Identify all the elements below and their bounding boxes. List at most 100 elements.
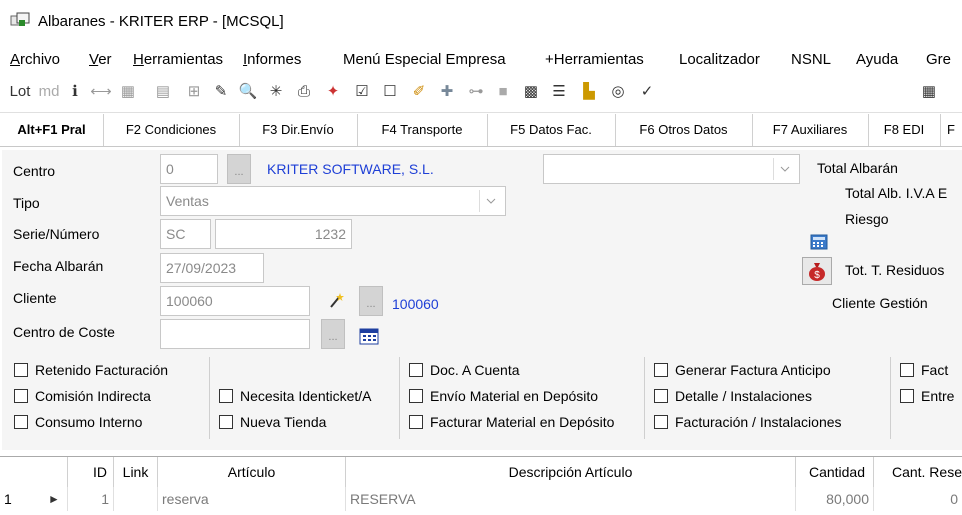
checkmark-icon[interactable]: ✓	[636, 80, 658, 104]
cell-id[interactable]: 1	[68, 487, 114, 511]
tab-auxiliares[interactable]: F7 Auxiliares	[752, 114, 869, 146]
checklist-icon[interactable]: ☑	[351, 80, 373, 104]
cliente-field[interactable]: 100060	[160, 286, 310, 316]
menu-localitzador[interactable]: Localitzador	[679, 51, 760, 68]
print-icon[interactable]: ⎙	[293, 80, 315, 104]
cell-cant-reserva[interactable]: 0	[874, 487, 962, 511]
nueva-tienda-checkbox[interactable]: Nueva Tienda	[214, 411, 326, 433]
detalle-instalaciones-checkbox[interactable]: Detalle / Instalaciones	[649, 385, 812, 407]
menu-ver[interactable]: Ver	[89, 51, 112, 68]
comision-indirecta-checkbox[interactable]: Comisión Indirecta	[9, 385, 151, 407]
tab-datos-fac[interactable]: F5 Datos Fac.	[487, 114, 616, 146]
chevron-down-icon[interactable]	[479, 190, 501, 212]
disc-icon[interactable]: ◎	[607, 80, 629, 104]
menu-nsnl[interactable]: NSNL	[791, 51, 831, 68]
cell-link[interactable]	[114, 487, 158, 511]
cliente-gestion-label: Cliente Gestión	[832, 295, 928, 311]
panel-icon[interactable]: ■	[492, 80, 514, 104]
magic-wand-icon[interactable]	[328, 292, 346, 310]
tab-more[interactable]: F	[940, 114, 962, 146]
fact-checkbox[interactable]: Fact	[895, 359, 948, 381]
calendar-icon[interactable]	[359, 327, 379, 345]
tipo-select[interactable]: Ventas	[160, 186, 506, 216]
centro-coste-field[interactable]	[160, 319, 310, 349]
menu-gre[interactable]: Gre	[926, 51, 951, 68]
checkbox-label: Generar Factura Anticipo	[675, 362, 831, 378]
window-title: Albaranes - KRITER ERP - [MCSQL]	[38, 13, 284, 30]
entre-checkbox[interactable]: Entre	[895, 385, 954, 407]
header-form: Centro 0 ... KRITER SOFTWARE, S.L. Total…	[2, 150, 962, 450]
brush-icon[interactable]: ✐	[408, 80, 430, 104]
facturacion-instalaciones-checkbox[interactable]: Facturación / Instalaciones	[649, 411, 842, 433]
envio-material-checkbox[interactable]: Envío Material en Depósito	[404, 385, 598, 407]
fecha-field[interactable]: 27/09/2023	[160, 253, 264, 283]
star-icon[interactable]: ✳	[265, 80, 287, 104]
lot-button[interactable]: Lot	[8, 80, 32, 104]
chevron-down-icon[interactable]	[773, 158, 795, 180]
toolbar: Lot md ℹ ⟷ ▦ ▤ ⊞ ✎ 🔍 ✳ ⎙ ✦ ☑ ☐ ✐ ✚ ⊶ ■ ▩…	[0, 74, 962, 113]
identicket-checkbox[interactable]: Necesita Identicket/A	[214, 385, 392, 407]
tab-condiciones[interactable]: F2 Condiciones	[103, 114, 240, 146]
magic-icon[interactable]: ✦	[322, 80, 344, 104]
doc-a-cuenta-checkbox[interactable]: Doc. A Cuenta	[404, 359, 520, 381]
tab-otros-datos[interactable]: F6 Otros Datos	[615, 114, 753, 146]
cell-descripcion[interactable]: RESERVA	[346, 487, 796, 511]
retenido-facturacion-checkbox[interactable]: Retenido Facturación	[9, 359, 168, 381]
cliente-link[interactable]: 100060	[392, 296, 439, 312]
centro-combo[interactable]	[543, 154, 800, 184]
menu-ayuda[interactable]: Ayuda	[856, 51, 898, 68]
tree-icon[interactable]: ⊞	[183, 80, 205, 104]
copy-icon[interactable]: ▤	[152, 80, 174, 104]
md-button[interactable]: md	[34, 80, 64, 104]
total-iva-label: Total Alb. I.V.A E	[845, 185, 948, 201]
tab-principal[interactable]: Alt+F1 Pral	[0, 114, 104, 146]
generar-factura-checkbox[interactable]: Generar Factura Anticipo	[649, 359, 831, 381]
info-icon[interactable]: ℹ	[64, 80, 86, 104]
grid-header-num[interactable]	[0, 457, 68, 487]
checkbox-label: Envío Material en Depósito	[430, 388, 599, 404]
list-tree-icon[interactable]: ☰	[548, 80, 570, 104]
checkbox-label: Comisión Indirecta	[35, 388, 151, 404]
cliente-lookup-button[interactable]: ...	[359, 286, 383, 316]
money-bag-button[interactable]: $	[802, 257, 832, 285]
link-icon[interactable]: ⟷	[90, 80, 112, 104]
cell-cantidad[interactable]: 80,000	[796, 487, 874, 511]
menu-informes[interactable]: Informes	[243, 51, 301, 68]
grid-header-cantidad[interactable]: Cantidad	[796, 457, 874, 487]
window-icon[interactable]: ☐	[379, 80, 401, 104]
tab-transporte[interactable]: F4 Transporte	[357, 114, 488, 146]
grid-header-id[interactable]: ID	[68, 457, 114, 487]
document-icon[interactable]: ▦	[117, 80, 139, 104]
chart-icon[interactable]: ▙	[578, 80, 600, 104]
edit-tools-icon[interactable]: ✎	[210, 80, 232, 104]
add-icon[interactable]: ✚	[436, 80, 458, 104]
coste-lookup-button[interactable]: ...	[321, 319, 345, 349]
menu-archivo[interactable]: Archivo	[10, 51, 60, 68]
svg-text:$: $	[814, 270, 820, 281]
calculator-icon[interactable]: ▩	[520, 80, 542, 104]
checkbox-label: Nueva Tienda	[240, 414, 327, 430]
grid-header-descripcion[interactable]: Descripción Artículo	[346, 457, 796, 487]
row-pointer-icon: ►	[48, 492, 60, 506]
grid-header-link[interactable]: Link	[114, 457, 158, 487]
numero-field[interactable]: 1232	[215, 219, 352, 249]
checkbox-label: Facturación / Instalaciones	[675, 414, 842, 430]
grid-header-articulo[interactable]: Artículo	[158, 457, 346, 487]
hierarchy-icon[interactable]: ⊶	[465, 80, 487, 104]
grid-header-cant-reserva[interactable]: Cant. Rese	[874, 457, 962, 487]
menu-herramientas[interactable]: Herramientas	[133, 51, 223, 68]
tab-edi[interactable]: F8 EDI	[868, 114, 941, 146]
centro-lookup-button[interactable]: ...	[227, 154, 251, 184]
consumo-interno-checkbox[interactable]: Consumo Interno	[9, 411, 142, 433]
checkbox-divider	[399, 357, 400, 439]
cell-articulo[interactable]: reserva	[158, 487, 346, 511]
menu-mas-herramientas[interactable]: +Herramientas	[545, 51, 644, 68]
centro-field[interactable]: 0	[160, 154, 218, 184]
preview-icon[interactable]: 🔍	[237, 80, 259, 104]
calculator-icon[interactable]	[810, 234, 828, 250]
tab-dir-envio[interactable]: F3 Dir.Envío	[239, 114, 358, 146]
export-icon[interactable]: ▦	[918, 80, 940, 104]
menu-especial-empresa[interactable]: Menú Especial Empresa	[343, 51, 506, 68]
facturar-material-checkbox[interactable]: Facturar Material en Depósito	[404, 411, 636, 433]
serie-field[interactable]: SC	[160, 219, 211, 249]
